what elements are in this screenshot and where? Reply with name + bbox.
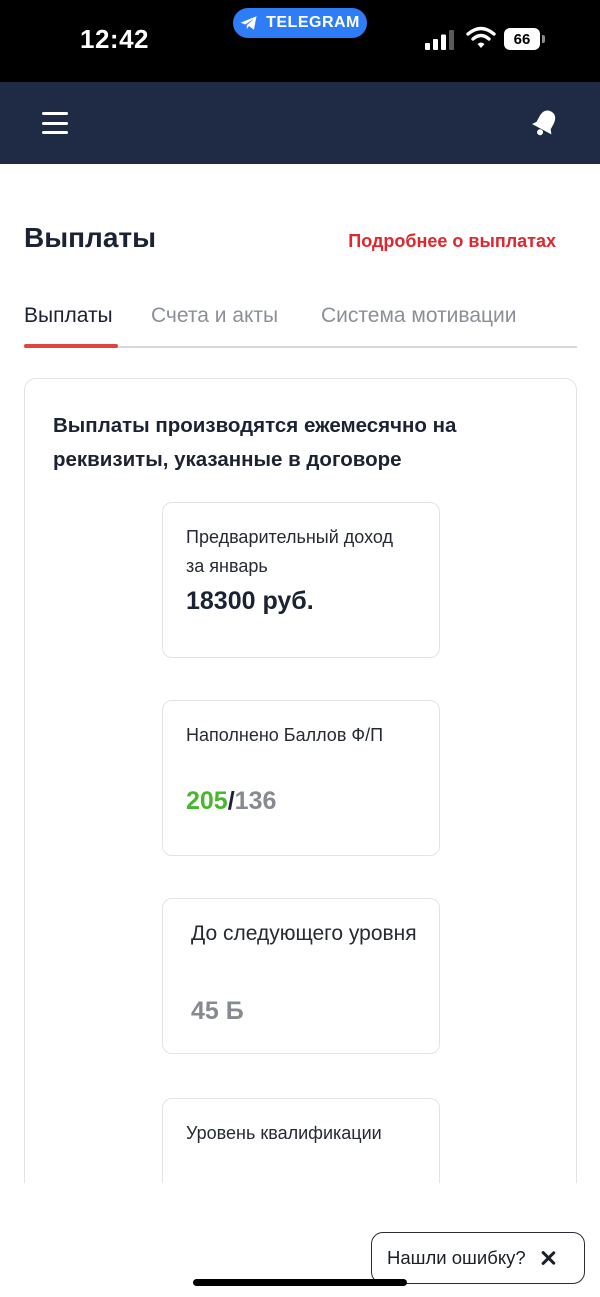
- tab-payouts[interactable]: Выплаты: [24, 304, 113, 328]
- tab-invoices-acts[interactable]: Счета и акты: [151, 304, 278, 328]
- points-filled-card: Наполнено Баллов Ф/П 205/136: [162, 700, 440, 856]
- card-value: 45 Б: [191, 997, 244, 1025]
- hamburger-menu-icon[interactable]: [40, 110, 70, 136]
- tab-motivation-system[interactable]: Система мотивации: [321, 304, 517, 328]
- points-filled-value: 205: [186, 787, 228, 815]
- report-error-button[interactable]: Нашли ошибку?: [371, 1232, 585, 1284]
- card-label: Уровень квалификации: [186, 1123, 382, 1143]
- bell-icon[interactable]: [528, 106, 562, 140]
- telegram-plane-icon: [240, 16, 257, 30]
- report-error-label: Нашли ошибку?: [387, 1247, 526, 1268]
- status-time: 12:42: [80, 24, 149, 54]
- card-label: Наполнено Баллов Ф/П: [186, 725, 384, 745]
- home-indicator[interactable]: [193, 1279, 407, 1286]
- points-separator: /: [227, 787, 235, 815]
- cellular-signal-icon: [425, 30, 454, 50]
- telegram-pill-label: TELEGRAM: [266, 14, 360, 31]
- close-icon[interactable]: [540, 1250, 556, 1266]
- card-value: 205/136: [186, 787, 276, 816]
- card-value: 18300 руб.: [186, 587, 314, 615]
- battery-indicator: 66: [504, 28, 546, 50]
- battery-level: 66: [504, 28, 540, 50]
- card-label: Предварительный доход за январь: [186, 527, 393, 576]
- payouts-info-heading: Выплаты производятся ежемесячно на рекви…: [53, 414, 457, 471]
- next-level-card: До следующего уровня 45 Б: [162, 898, 440, 1054]
- page-title: Выплаты: [24, 222, 157, 253]
- preliminary-income-card: Предварительный доход за январь 18300 ру…: [162, 502, 440, 658]
- telegram-return-pill[interactable]: TELEGRAM: [233, 8, 367, 38]
- points-total-value: 136: [234, 787, 277, 815]
- battery-tip: [542, 35, 545, 43]
- payouts-panel: Выплаты производятся ежемесячно на рекви…: [24, 378, 577, 1208]
- card-label: До следующего уровня: [191, 922, 417, 945]
- wifi-icon: [466, 26, 496, 48]
- payout-details-link[interactable]: Подробнее о выплатах: [348, 231, 556, 252]
- tab-bar: Выплаты Счета и акты Система мотивации: [24, 290, 577, 348]
- app-header: [0, 82, 600, 164]
- status-bar: 12:42 TELEGRAM 66: [0, 0, 600, 82]
- active-tab-indicator: [24, 344, 118, 348]
